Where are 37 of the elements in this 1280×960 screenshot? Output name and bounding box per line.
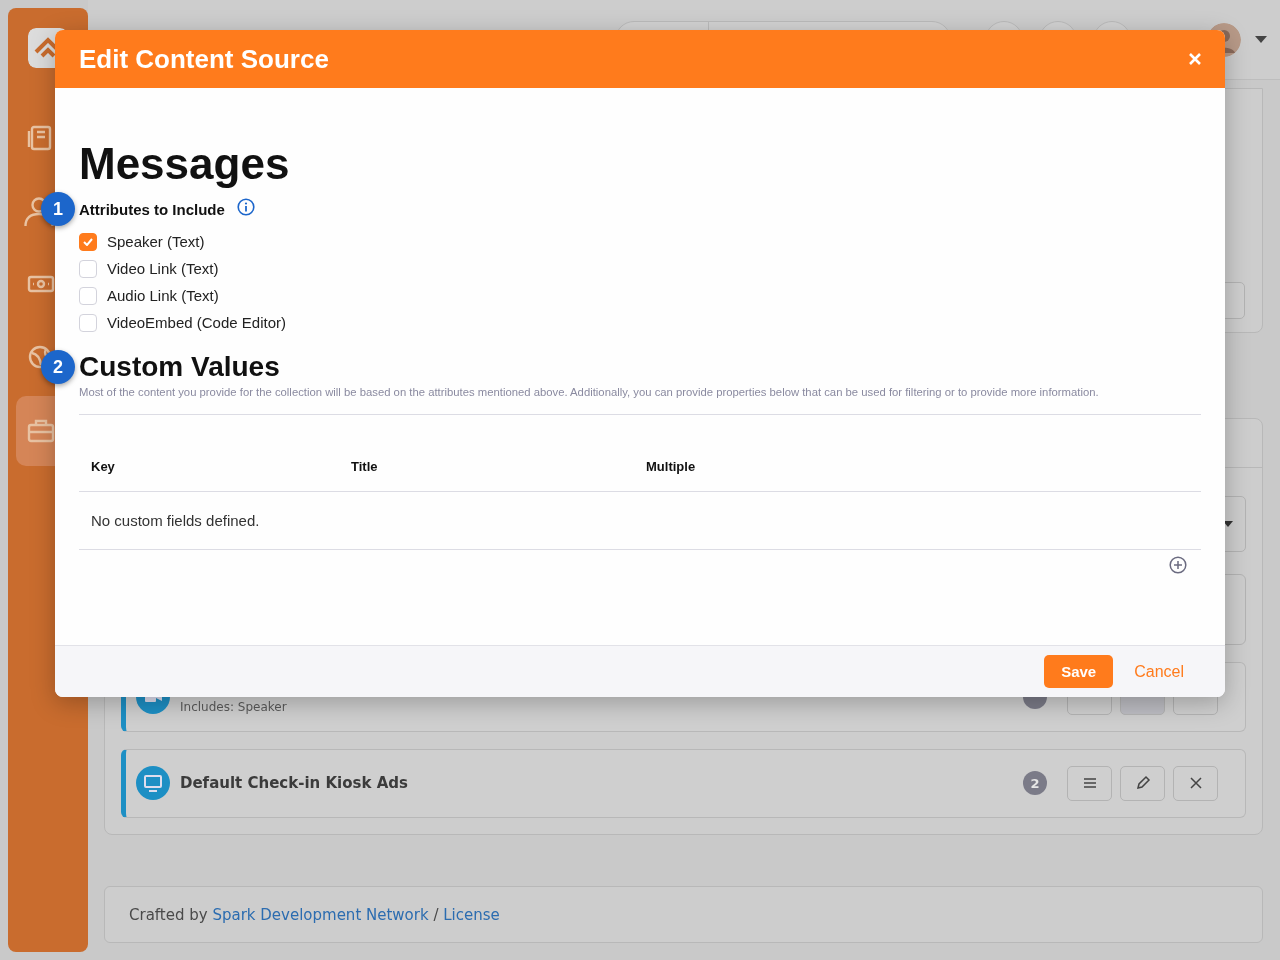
source-title: Default Check-in Kiosk Ads (180, 774, 409, 793)
check-icon (83, 237, 93, 246)
callout-badge: 2 (41, 350, 75, 384)
info-icon (236, 198, 255, 216)
pencil-icon (1134, 775, 1151, 792)
modal-title: Edit Content Source (79, 43, 329, 75)
caret-icon (1223, 520, 1233, 527)
source-subtitle: Includes: Speaker (180, 700, 288, 714)
checkbox[interactable] (79, 232, 97, 251)
footer-text: Crafted by Spark Development Network / License (129, 905, 500, 924)
section-description: Most of the content you provide for the collection will be based on the attributes mentioned above. Additionally, you can provide properties below that can be used for filtering or to provide more information. (79, 386, 1201, 415)
checkbox[interactable] (79, 259, 97, 278)
checkbox-label[interactable]: VideoEmbed (Code Editor) (107, 314, 286, 331)
count-badge: 2 (1023, 771, 1047, 796)
delete-button[interactable] (1173, 765, 1218, 801)
footer-link[interactable]: Spark Development Network (212, 905, 429, 924)
add-button[interactable] (1169, 556, 1187, 574)
column-header: Multiple (646, 459, 697, 474)
empty-message: No custom fields defined. (79, 492, 1201, 550)
checkbox[interactable] (79, 286, 97, 305)
checkbox-label[interactable]: Audio Link (Text) (107, 287, 219, 304)
field-label: Attributes to Include (79, 200, 225, 218)
close-button[interactable] (1189, 53, 1201, 65)
caret-icon (1255, 35, 1267, 44)
checkbox-label[interactable]: Speaker (Text) (107, 233, 205, 250)
column-header: Title (351, 459, 379, 474)
plus-circle-icon (1169, 556, 1187, 574)
reorder-button[interactable] (1067, 765, 1112, 801)
section-heading: Custom Values (79, 351, 280, 383)
callout-badge: 1 (41, 192, 75, 226)
section-heading: Messages (79, 138, 291, 190)
close-icon (1189, 53, 1201, 65)
checkbox-label[interactable]: Video Link (Text) (107, 260, 219, 277)
column-header: Key (91, 459, 116, 474)
checkbox[interactable] (79, 313, 97, 332)
monitor-icon (136, 766, 170, 801)
edit-button[interactable] (1120, 765, 1165, 801)
